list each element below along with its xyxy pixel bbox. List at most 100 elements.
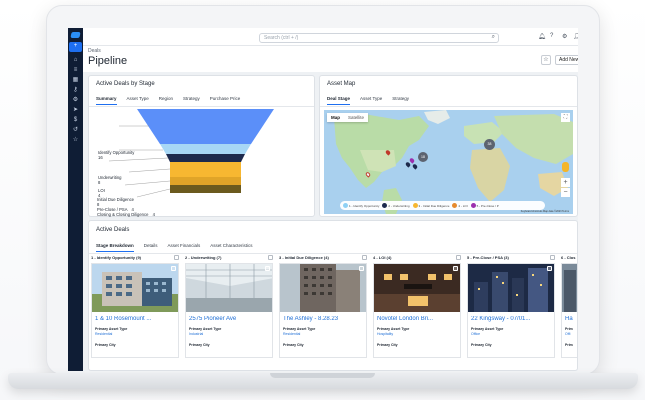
asset-type-value[interactable]: Hospitality	[377, 332, 393, 336]
app-logo[interactable]	[70, 32, 81, 38]
star-icon: ☆	[543, 57, 549, 63]
deal-card[interactable]: The Ashley - 8.28.23 Primary Asset Type …	[279, 263, 367, 358]
page-header: Deals Pipeline ☆ Add New Deal	[83, 46, 578, 72]
fullscreen-icon[interactable]: ⛶	[561, 113, 570, 122]
card-title: Active Deals	[96, 227, 130, 233]
deal-select-checkbox[interactable]	[453, 266, 458, 271]
history-icon[interactable]: ↺	[72, 127, 79, 134]
map-cluster-marker[interactable]: 18	[418, 152, 428, 162]
asset-type-value[interactable]: Offi	[565, 332, 570, 336]
stage-count: 4	[152, 212, 155, 217]
asset-type-value[interactable]: Industrial	[189, 332, 203, 336]
funnel-segment-pre-close[interactable]	[170, 177, 241, 185]
dollar-icon[interactable]: $	[72, 117, 79, 124]
deal-name-link[interactable]: 22 Kingsway - 07/01...	[471, 316, 555, 322]
deal-select-checkbox[interactable]	[359, 266, 364, 271]
tab-strategy[interactable]: Strategy	[183, 96, 200, 105]
home-icon[interactable]: ⌂	[72, 57, 79, 64]
connector-line	[136, 188, 171, 198]
legend-item[interactable]: 4 - LOI	[452, 203, 468, 208]
tab-details[interactable]: Details	[144, 243, 158, 252]
legend-item[interactable]: 5 - Pre-Close / P	[470, 203, 499, 208]
deal-card[interactable]: Ha Prim Offi Prim	[561, 263, 577, 358]
help-icon[interactable]: ?	[550, 33, 553, 39]
key-icon[interactable]: ⚷	[72, 87, 79, 94]
select-all-checkbox[interactable]	[268, 255, 273, 260]
search-placeholder: Search (ctrl + /)	[264, 35, 299, 41]
add-new-deal-button[interactable]: Add New Deal	[555, 55, 578, 65]
tab-deal-stage[interactable]: Deal Stage	[327, 96, 351, 105]
deal-name-link[interactable]: 2575 Pioneer Ave	[189, 316, 273, 322]
tab-asset-characteristics[interactable]: Asset Characteristics	[210, 243, 252, 252]
legend-label: 5 - Pre-Close / P	[476, 203, 499, 208]
deal-select-checkbox[interactable]	[171, 266, 176, 271]
select-all-checkbox[interactable]	[362, 255, 367, 260]
funnel-label-underwriting: Underwriting 8	[98, 175, 122, 185]
settings-icon[interactable]: ⚙	[72, 97, 79, 104]
tab-strategy[interactable]: Strategy	[392, 96, 409, 105]
tab-stage-breakdown[interactable]: Stage Breakdown	[96, 243, 134, 252]
grid-icon[interactable]: ▦	[72, 77, 79, 84]
funnel-segment-loi[interactable]	[166, 154, 245, 162]
tab-purchase-price[interactable]: Purchase Price	[210, 96, 241, 105]
bell-icon[interactable]: 🔔︎	[538, 33, 546, 40]
gear-icon[interactable]: ⚙	[562, 33, 567, 40]
search-icon[interactable]: ⌕	[492, 34, 495, 41]
asset-type-value[interactable]: Office	[471, 332, 480, 336]
favorite-button[interactable]: ☆	[541, 55, 551, 65]
deal-name-link[interactable]: Novotel London Bri...	[377, 316, 461, 322]
funnel-segment-initial-due-diligence[interactable]	[170, 162, 241, 177]
tab-asset-type[interactable]: Asset Type	[360, 96, 382, 105]
stage-name: Closing & Closing Diligence	[97, 212, 149, 217]
tab-asset-financials[interactable]: Asset Financials	[168, 243, 201, 252]
zoom-in-button[interactable]: +	[561, 178, 570, 187]
deal-name-link[interactable]: 1 & 10 Rosemount ...	[95, 316, 179, 322]
funnel-segment-underwriting[interactable]	[160, 144, 251, 154]
legend-item[interactable]: 2 - Underwriting	[382, 203, 410, 208]
user-icon[interactable]: 👤︎	[573, 33, 578, 40]
legend-item[interactable]: 1 - Identify Opportunity	[343, 203, 379, 208]
world-map-graphic	[334, 110, 573, 214]
deal-select-checkbox[interactable]	[547, 266, 552, 271]
breadcrumb[interactable]: Deals	[88, 48, 101, 54]
laptop-notch	[270, 373, 375, 378]
deal-select-checkbox[interactable]	[265, 266, 270, 271]
map-canvas[interactable]: Map Satellite ⛶ + − 38 18 1 - Identify O…	[324, 110, 573, 214]
satellite-view-button[interactable]: Satellite	[344, 113, 368, 122]
deal-photo	[280, 264, 366, 312]
tab-region[interactable]: Region	[159, 96, 173, 105]
funnel-segment-closing[interactable]	[170, 185, 241, 193]
legend-item[interactable]: 3 - Initial Due Diligence	[412, 203, 449, 208]
deal-name-link[interactable]: The Ashley - 8.28.23	[283, 316, 367, 322]
tab-summary[interactable]: Summary	[96, 96, 117, 105]
street-view-pegman-icon[interactable]	[562, 162, 569, 172]
apartment-building-image	[92, 264, 178, 312]
map-cluster-marker[interactable]: 38	[484, 139, 495, 150]
zoom-out-button[interactable]: −	[561, 188, 570, 197]
asset-type-label: Primary Asset Type	[95, 327, 128, 331]
asset-type-value[interactable]: Residential	[95, 332, 112, 336]
star-icon[interactable]: ☆	[72, 137, 79, 144]
funnel-label-identify-opportunity: Identify Opportunity 16	[98, 150, 134, 160]
deal-card[interactable]: 2575 Pioneer Ave Primary Asset Type Indu…	[185, 263, 273, 358]
map-view-button[interactable]: Map	[327, 113, 344, 122]
list-icon[interactable]: ≡	[72, 67, 79, 74]
map-attribution[interactable]: Keyboard shortcuts Map data ©2023 Terms	[521, 210, 569, 213]
city-label: Primary City	[471, 343, 492, 347]
asset-type-label: Primary Asset Type	[283, 327, 316, 331]
deal-photo	[468, 264, 554, 312]
deal-card[interactable]: 1 & 10 Rosemount ... Primary Asset Type …	[91, 263, 179, 358]
tab-asset-type[interactable]: Asset Type	[127, 96, 149, 105]
select-all-checkbox[interactable]	[456, 255, 461, 260]
select-all-checkbox[interactable]	[550, 255, 555, 260]
funnel-segment-identify-opportunity[interactable]	[137, 109, 274, 144]
page-title: Pipeline	[88, 55, 128, 67]
deal-card[interactable]: Novotel London Bri... Primary Asset Type…	[373, 263, 461, 358]
plus-icon[interactable]: +	[72, 43, 79, 50]
send-icon[interactable]: ➤	[72, 107, 79, 114]
deal-card[interactable]: 22 Kingsway - 07/01... Primary Asset Typ…	[467, 263, 555, 358]
deal-name-link[interactable]: Ha	[565, 316, 577, 322]
asset-type-value[interactable]: Residential	[283, 332, 300, 336]
search-input[interactable]: Search (ctrl + /) ⌕	[259, 33, 499, 43]
select-all-checkbox[interactable]	[174, 255, 179, 260]
